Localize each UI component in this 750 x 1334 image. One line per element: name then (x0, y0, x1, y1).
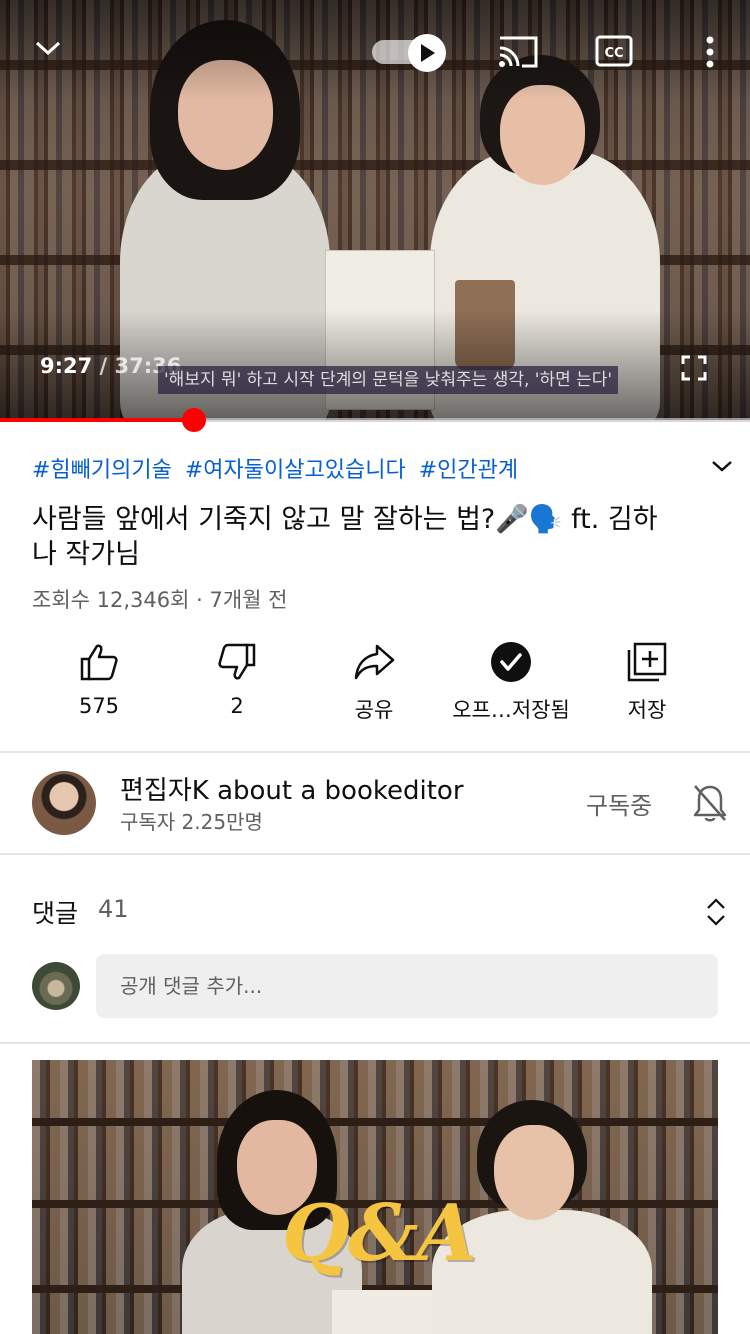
action-bar: 575 2 공유 오프…저장됨 저장 (0, 640, 750, 736)
svg-text:CC: CC (604, 46, 623, 61)
thumbs-up-icon (80, 644, 118, 681)
captions-button[interactable]: CC (594, 34, 634, 68)
offline-saved-button[interactable]: 오프…저장됨 (436, 640, 586, 736)
scrubber-handle[interactable] (182, 408, 206, 432)
caption-text: '해보지 뭐' 하고 시작 단계의 문턱을 낮춰주는 생각, '하면 는다' (158, 366, 619, 394)
closed-captions-icon: CC (595, 35, 633, 67)
autoplay-toggle[interactable] (372, 34, 448, 72)
divider (0, 1042, 750, 1044)
more-options-button[interactable] (696, 32, 724, 72)
divider (0, 751, 750, 753)
next-video-thumbnail[interactable]: Q&A (32, 1060, 718, 1334)
offline-saved-label: 오프…저장됨 (452, 698, 570, 722)
subscriber-count: 구독자 2.25만명 (120, 810, 263, 834)
minimize-button[interactable] (28, 30, 68, 66)
hashtag-link[interactable]: #인간관계 (419, 458, 518, 483)
cast-button[interactable] (495, 32, 541, 72)
like-count: 575 (78, 694, 120, 718)
save-label: 저장 (627, 698, 667, 722)
hashtag-list: #힘빼기의기술 #여자둘이살고있습니다 #인간관계 (32, 452, 524, 484)
thumbnail-person-right-face (494, 1125, 574, 1220)
video-frame-person-right-face (500, 85, 585, 185)
subscribed-button[interactable]: 구독중 (586, 786, 652, 821)
expand-comments-button[interactable] (702, 894, 730, 930)
like-button[interactable]: 575 (24, 640, 174, 736)
video-title[interactable]: 사람들 앞에서 기죽지 않고 말 잘하는 법?🎤🗣️ ft. 김하나 작가님 (32, 502, 682, 572)
share-label: 공유 (354, 698, 394, 722)
notification-bell-button[interactable] (690, 782, 730, 824)
share-button[interactable]: 공유 (299, 640, 449, 736)
unfold-icon (707, 898, 725, 926)
comment-input[interactable] (96, 954, 718, 1018)
thumbnail-shelf (32, 1118, 718, 1126)
divider (0, 853, 750, 855)
video-meta: 조회수 12,346회 · 7개월 전 (32, 588, 288, 612)
comments-heading[interactable]: 댓글 (32, 894, 78, 930)
video-frame-shelf (0, 160, 750, 170)
thumbnail-overlay-text: Q&A (282, 1188, 477, 1279)
thumbnail-book (332, 1290, 432, 1334)
notifications-off-icon (693, 785, 727, 822)
chevron-down-icon (712, 461, 732, 472)
chevron-down-icon (35, 41, 61, 56)
dislike-count: 2 (230, 694, 244, 718)
dislike-button[interactable]: 2 (162, 640, 312, 736)
more-vert-icon (706, 36, 714, 68)
hashtag-link[interactable]: #힘빼기의기술 (32, 458, 172, 483)
user-avatar (32, 962, 80, 1010)
comments-count: 41 (98, 895, 129, 923)
fullscreen-button[interactable] (678, 352, 710, 384)
playlist-add-icon (627, 642, 667, 682)
autoplay-toggle-icon (408, 34, 446, 72)
expand-description-button[interactable] (706, 450, 738, 482)
thumbs-down-icon (218, 643, 256, 680)
video-player[interactable]: CC 9:27 / 37:36 '해보지 뭐' 하고 시작 단계의 문턱을 낮춰… (0, 0, 750, 420)
current-time: 9:27 (40, 354, 93, 378)
fullscreen-icon (681, 355, 707, 381)
save-to-playlist-button[interactable]: 저장 (572, 640, 722, 736)
progress-bar[interactable] (0, 408, 750, 432)
cast-icon (499, 36, 538, 68)
channel-avatar[interactable] (32, 771, 96, 835)
downloaded-check-icon (491, 642, 531, 682)
share-icon (354, 644, 395, 680)
channel-name[interactable]: 편집자K about a bookeditor (120, 770, 464, 807)
progress-played (0, 418, 194, 422)
hashtag-link[interactable]: #여자둘이살고있습니다 (185, 458, 406, 483)
